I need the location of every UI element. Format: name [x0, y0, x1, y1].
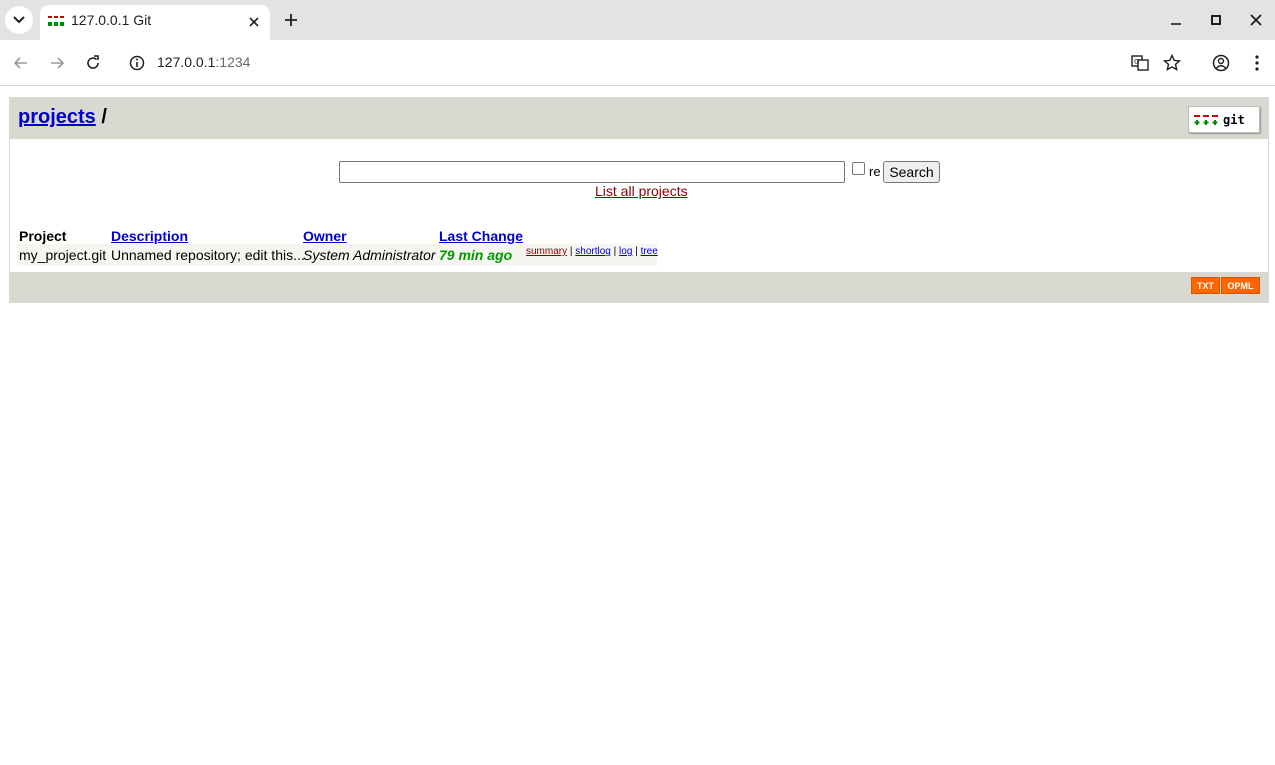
project-name-link[interactable]: my_project.git: [19, 247, 106, 263]
project-owner: System Administrator: [303, 247, 436, 263]
window-close-icon[interactable]: [1246, 10, 1266, 30]
active-tab[interactable]: 127.0.0.1 Git: [40, 5, 270, 40]
opml-feed-badge[interactable]: OPML: [1221, 277, 1260, 294]
close-icon[interactable]: [246, 14, 262, 30]
list-all-projects-link[interactable]: List all projects: [595, 183, 688, 199]
url-port: :1234: [215, 54, 251, 70]
page-footer: TXT OPML: [10, 272, 1268, 302]
site-info-icon[interactable]: [127, 53, 147, 73]
summary-link[interactable]: summary: [526, 246, 567, 257]
git-logo-icon: [1194, 115, 1218, 125]
column-header-last-change[interactable]: Last Change: [439, 228, 523, 244]
column-header-project: Project: [19, 228, 67, 244]
link-separator: |: [635, 246, 638, 257]
star-icon[interactable]: [1162, 53, 1182, 73]
git-favicon-icon: [48, 16, 64, 26]
profile-icon[interactable]: [1211, 53, 1231, 73]
minimize-icon[interactable]: [1166, 10, 1186, 30]
svg-text:G: G: [1134, 58, 1139, 66]
column-header-owner[interactable]: Owner: [303, 228, 347, 244]
search-button[interactable]: Search: [883, 161, 940, 183]
log-link[interactable]: log: [619, 246, 632, 257]
project-links: summary | shortlog | log | tree: [526, 246, 658, 257]
browser-tab-bar: 127.0.0.1 Git: [0, 0, 1275, 40]
kebab-menu-icon[interactable]: [1247, 53, 1267, 73]
reload-icon[interactable]: [83, 53, 103, 73]
page-header: projects / git: [10, 98, 1268, 139]
plus-icon[interactable]: [281, 10, 301, 30]
projects-link[interactable]: projects: [18, 106, 96, 128]
tab-title: 127.0.0.1 Git: [71, 12, 152, 28]
translate-icon[interactable]: G: [1130, 53, 1150, 73]
txt-feed-badge[interactable]: TXT: [1191, 277, 1220, 294]
tree-link[interactable]: tree: [641, 246, 658, 257]
column-header-description[interactable]: Description: [111, 228, 188, 244]
tab-list-button[interactable]: [5, 6, 33, 34]
regex-label: re: [869, 164, 881, 179]
shortlog-link[interactable]: shortlog: [575, 246, 611, 257]
regex-checkbox[interactable]: [852, 162, 865, 175]
browser-toolbar: 127.0.0.1:1234 G: [0, 40, 1275, 86]
link-separator: |: [613, 246, 617, 257]
gitweb-page: projects / git re Search List all projec…: [9, 97, 1269, 303]
breadcrumb: projects /: [18, 106, 107, 129]
tab-list-icon: [13, 16, 25, 24]
project-description: Unnamed repository; edit this...: [111, 247, 305, 263]
project-last-change: 79 min ago: [439, 247, 513, 263]
breadcrumb-separator: /: [95, 106, 107, 128]
search-input[interactable]: [339, 161, 845, 183]
url-host: 127.0.0.1: [157, 54, 216, 70]
git-logo[interactable]: git: [1188, 106, 1260, 133]
address-bar[interactable]: 127.0.0.1:1234: [157, 54, 250, 70]
search-form: re Search: [339, 160, 949, 184]
back-arrow-icon[interactable]: [11, 53, 31, 73]
maximize-icon[interactable]: [1206, 10, 1226, 30]
link-separator: |: [569, 246, 573, 257]
git-logo-text: git: [1223, 113, 1245, 127]
forward-arrow-icon[interactable]: [47, 53, 67, 73]
